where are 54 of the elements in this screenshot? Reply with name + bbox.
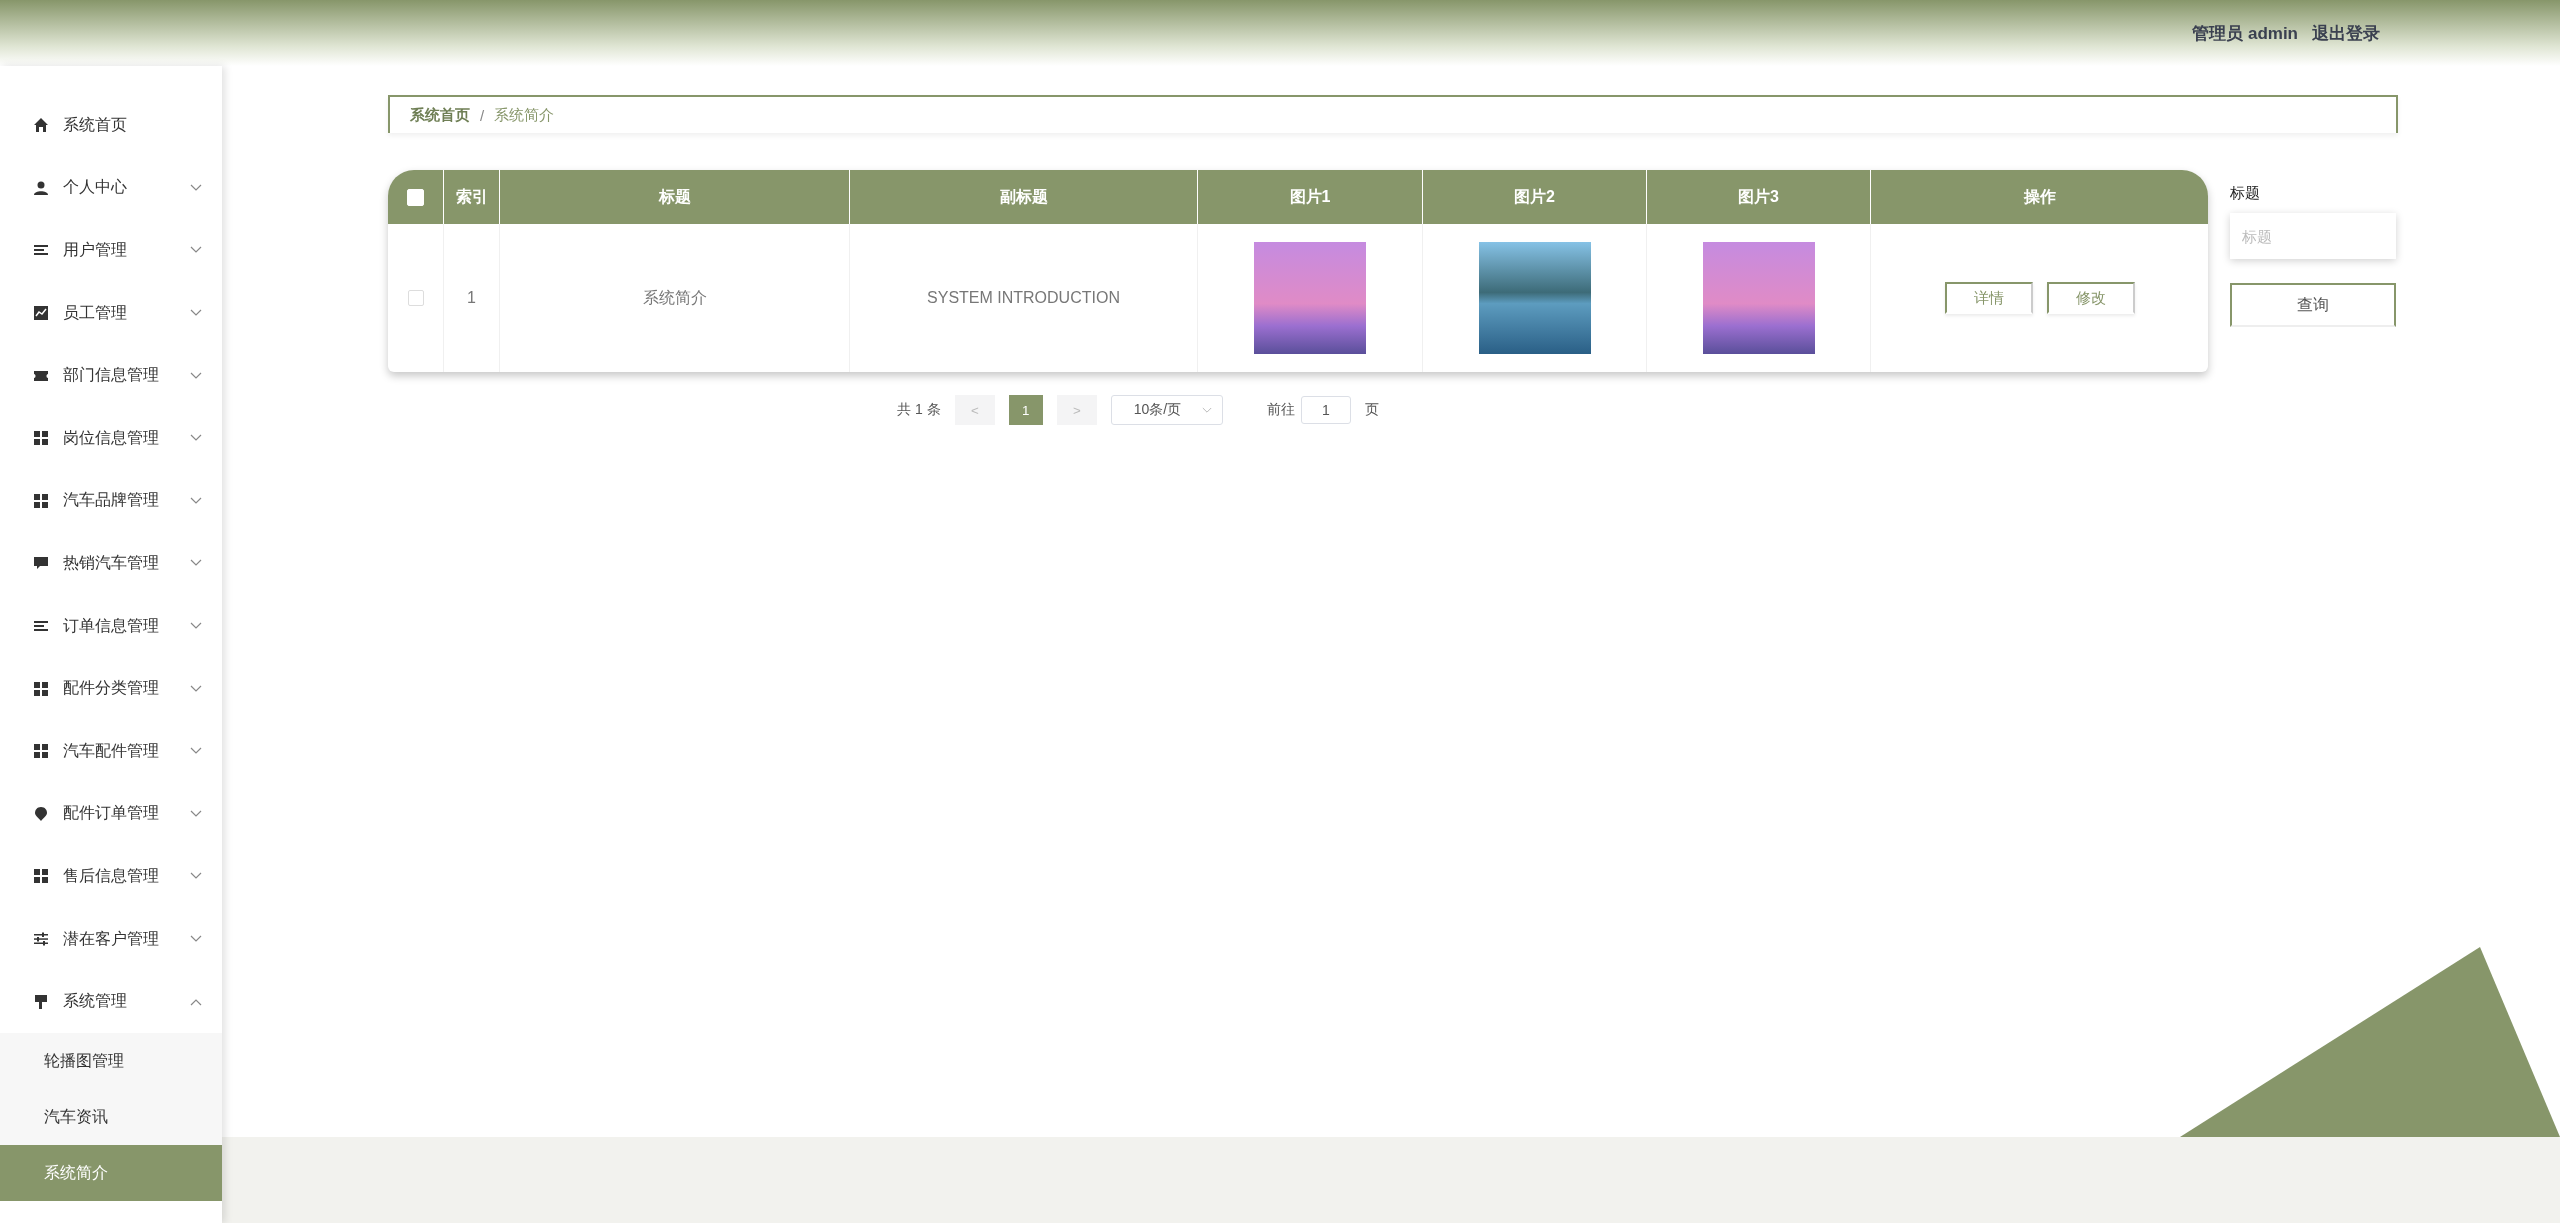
pin-icon bbox=[33, 805, 49, 822]
column-header: 图片2 bbox=[1423, 170, 1647, 224]
total-count: 共 1 条 bbox=[897, 401, 941, 419]
column-header: 副标题 bbox=[850, 170, 1198, 224]
sliders-icon bbox=[33, 931, 49, 947]
chart-icon bbox=[33, 305, 49, 322]
column-header: 图片3 bbox=[1647, 170, 1871, 224]
sidebar-item[interactable]: 部门信息管理 bbox=[0, 344, 222, 407]
page-suffix: 页 bbox=[1364, 401, 1379, 419]
title-search-field[interactable]: 标题 bbox=[2230, 213, 2396, 259]
sidebar-item[interactable]: 售后信息管理 bbox=[0, 845, 222, 908]
page-size-select[interactable]: 10条/页 bbox=[1110, 395, 1223, 425]
select-all-checkbox[interactable] bbox=[407, 188, 424, 206]
sidebar-item[interactable]: 热销汽车管理 bbox=[0, 532, 222, 595]
sidebar-item[interactable]: 配件订单管理 bbox=[0, 782, 222, 846]
search-button[interactable]: 查询 bbox=[2230, 283, 2396, 327]
chat-icon bbox=[33, 555, 49, 572]
search-label: 标题 bbox=[2230, 184, 2261, 203]
grid-icon bbox=[33, 680, 49, 697]
column-header: 索引 bbox=[444, 170, 500, 224]
chevron-down-icon bbox=[1201, 406, 1212, 414]
sidebar-item[interactable]: 个人中心 bbox=[0, 156, 222, 220]
admin-user-label: 管理员 admin bbox=[2192, 22, 2298, 45]
row-checkbox[interactable] bbox=[407, 290, 424, 306]
column-header: 图片1 bbox=[1198, 170, 1423, 224]
breadcrumb-link[interactable]: 系统首页 bbox=[410, 105, 470, 125]
grid-icon bbox=[33, 430, 49, 447]
sidebar-item[interactable]: 汽车配件管理 bbox=[0, 719, 222, 783]
sidebar-item[interactable]: 汽车品牌管理 bbox=[0, 469, 222, 533]
sidebar-item[interactable]: 配件分类管理 bbox=[0, 657, 222, 720]
sidebar-item[interactable]: 系统首页 bbox=[0, 94, 222, 157]
goto-page-field[interactable]: 1 bbox=[1300, 396, 1351, 424]
brush-icon bbox=[33, 993, 49, 1010]
table-cell: 1 bbox=[444, 224, 500, 372]
column-header: 操作 bbox=[2022, 186, 2057, 207]
sidebar-item[interactable]: 员工管理 bbox=[0, 281, 222, 345]
table-cell: 系统简介 bbox=[500, 224, 850, 372]
user-icon bbox=[33, 179, 49, 196]
column-header: 标题 bbox=[500, 170, 850, 224]
sidebar-item[interactable]: 用户管理 bbox=[0, 219, 222, 282]
breadcrumb-separator: / bbox=[480, 106, 485, 124]
logout-link[interactable]: 退出登录 bbox=[2312, 21, 2380, 45]
grid-icon bbox=[33, 868, 49, 885]
sidebar-item[interactable]: 系统管理 bbox=[0, 970, 222, 1033]
sidebar-subitem[interactable]: 汽车资讯 bbox=[0, 1088, 222, 1145]
sidebar-item[interactable]: 岗位信息管理 bbox=[0, 406, 222, 470]
sidebar-item[interactable]: 潜在客户管理 bbox=[0, 907, 222, 971]
sidebar-item[interactable]: 订单信息管理 bbox=[0, 594, 222, 658]
grid-icon bbox=[33, 492, 49, 509]
grid-icon bbox=[33, 743, 49, 760]
goto-label: 前往 bbox=[1266, 401, 1295, 419]
table-cell: SYSTEM INTRODUCTION bbox=[850, 224, 1198, 372]
home-icon bbox=[33, 117, 49, 134]
sidebar-subitem[interactable]: 轮播图管理 bbox=[0, 1032, 222, 1089]
